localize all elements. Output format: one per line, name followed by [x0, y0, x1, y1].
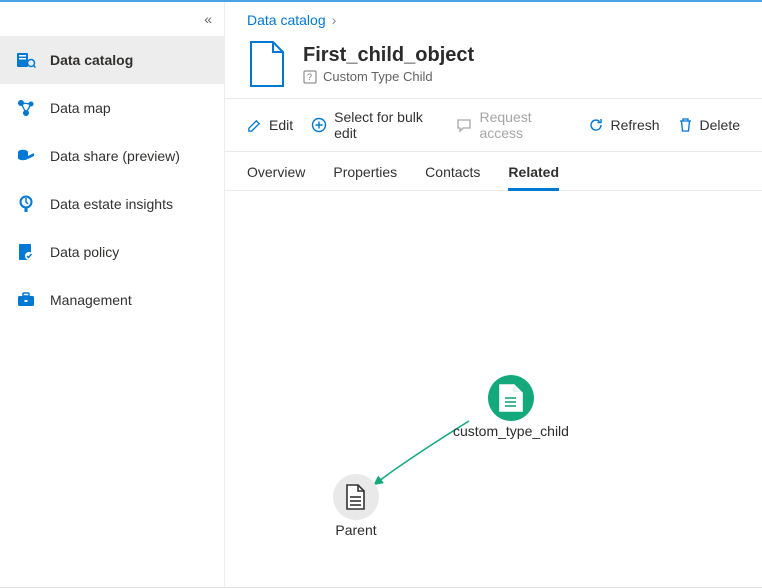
- tab-related[interactable]: Related: [508, 156, 559, 191]
- request-label: Request access: [479, 109, 569, 141]
- graph-node-child[interactable]: custom_type_child: [453, 375, 569, 439]
- collapse-sidebar-button[interactable]: «: [0, 2, 224, 36]
- sidebar-item-label: Management: [50, 292, 132, 308]
- page-title: First_child_object: [303, 44, 474, 67]
- breadcrumb: Data catalog ›: [225, 2, 762, 34]
- sidebar-item-management[interactable]: Management: [0, 276, 224, 324]
- tab-overview[interactable]: Overview: [247, 156, 305, 191]
- sidebar-item-label: Data map: [50, 100, 111, 116]
- request-access-button: Request access: [456, 109, 569, 141]
- bulk-edit-button[interactable]: Select for bulk edit: [311, 109, 438, 141]
- type-icon: ?: [303, 70, 317, 84]
- edit-button[interactable]: Edit: [247, 117, 293, 133]
- main-content: Data catalog › First_child_object ?: [225, 2, 762, 587]
- tabs: Overview Properties Contacts Related: [225, 152, 762, 191]
- pencil-icon: [247, 118, 262, 133]
- refresh-icon: [588, 117, 604, 133]
- share-icon: [16, 146, 36, 166]
- sidebar-item-data-map[interactable]: Data map: [0, 84, 224, 132]
- graph-node-parent[interactable]: Parent: [333, 474, 379, 538]
- delete-button[interactable]: Delete: [678, 117, 740, 133]
- relationship-graph[interactable]: custom_type_child Parent: [225, 191, 762, 587]
- sidebar-item-data-estate-insights[interactable]: Data estate insights: [0, 180, 224, 228]
- sidebar-item-data-catalog[interactable]: Data catalog: [0, 36, 224, 84]
- page-subtitle: Custom Type Child: [323, 69, 433, 84]
- insights-icon: [16, 194, 36, 214]
- policy-icon: [16, 242, 36, 262]
- node-label: custom_type_child: [453, 423, 569, 439]
- bulk-label: Select for bulk edit: [334, 109, 438, 141]
- sidebar-item-data-share[interactable]: Data share (preview): [0, 132, 224, 180]
- plus-circle-icon: [311, 117, 327, 133]
- map-icon: [16, 98, 36, 118]
- sidebar-item-label: Data estate insights: [50, 196, 173, 212]
- chevron-double-left-icon: «: [204, 11, 212, 27]
- refresh-button[interactable]: Refresh: [588, 117, 660, 133]
- management-icon: [16, 290, 36, 310]
- node-circle: [333, 474, 379, 520]
- refresh-label: Refresh: [611, 117, 660, 133]
- trash-icon: [678, 117, 693, 133]
- sidebar-item-label: Data share (preview): [50, 148, 180, 164]
- svg-text:?: ?: [307, 72, 312, 82]
- node-circle: [488, 375, 534, 421]
- sidebar-item-label: Data catalog: [50, 52, 133, 68]
- node-label: Parent: [335, 522, 376, 538]
- tab-properties[interactable]: Properties: [333, 156, 397, 191]
- edit-label: Edit: [269, 117, 293, 133]
- toolbar: Edit Select for bulk edit Request access…: [225, 99, 762, 151]
- tab-contacts[interactable]: Contacts: [425, 156, 480, 191]
- sidebar: « Data catalog: [0, 2, 225, 587]
- catalog-icon: [16, 50, 36, 70]
- delete-label: Delete: [700, 117, 740, 133]
- chevron-right-icon: ›: [332, 12, 337, 28]
- sidebar-item-data-policy[interactable]: Data policy: [0, 228, 224, 276]
- comment-icon: [456, 117, 472, 133]
- breadcrumb-root[interactable]: Data catalog: [247, 12, 326, 28]
- page-header: First_child_object ? Custom Type Child: [225, 34, 762, 98]
- file-icon: [247, 40, 287, 88]
- sidebar-item-label: Data policy: [50, 244, 119, 260]
